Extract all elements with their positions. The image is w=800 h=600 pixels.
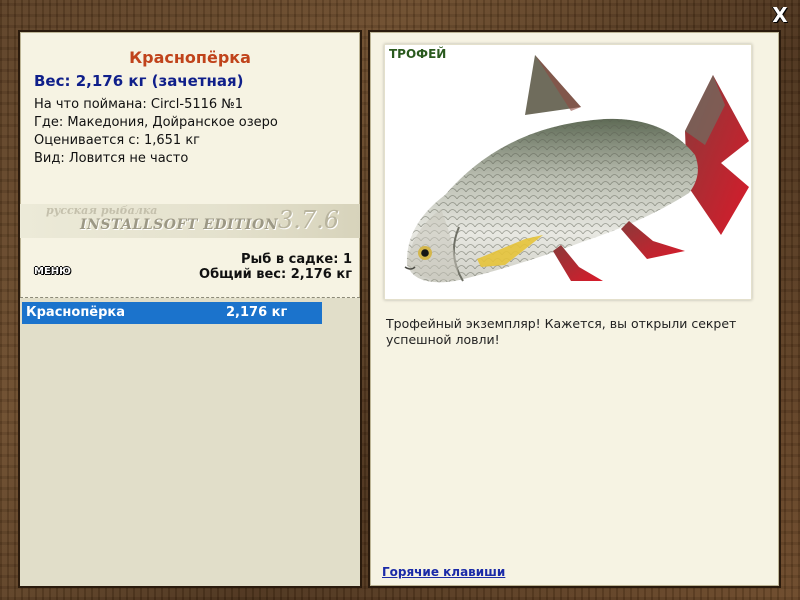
scoring-threshold-info: Оценивается с: 1,651 кг (34, 133, 201, 148)
location-info: Где: Македония, Дойранское озеро (34, 115, 278, 130)
fish-weight: Вес: 2,176 кг (зачетная) (34, 72, 244, 90)
total-weight: Общий вес: 2,176 кг (199, 267, 352, 282)
game-version: 3.7.6 (278, 206, 340, 234)
fish-details-list: На что поймана: Circl-5116 №1 Где: Макед… (34, 96, 278, 168)
keepnet-summary: Рыб в садке: 1 Общий вес: 2,176 кг (199, 252, 352, 282)
list-item-weight: 2,176 кг (226, 305, 288, 320)
fish-count: Рыб в садке: 1 (240, 252, 352, 267)
game-logo-subtitle: русская рыбалка (46, 204, 158, 217)
fish-info-panel: Краснопёрка Вес: 2,176 кг (зачетная) На … (18, 30, 362, 588)
trophy-message: Трофейный экземпляр! Кажется, вы открыли… (386, 316, 737, 347)
fish-image-panel: ТРОФЕЙ Трофейный экземпляр! Кажется, вы … (368, 30, 781, 588)
game-logo-edition: INSTALLSOFT EDITION (80, 217, 279, 233)
bait-info: На что поймана: Circl-5116 №1 (34, 97, 244, 112)
game-logo-banner: русская рыбалка INSTALLSOFT EDITION 3.7.… (20, 204, 360, 238)
species-rarity-info: Вид: Ловится не часто (34, 151, 189, 166)
fish-image-frame: ТРОФЕЙ (384, 44, 752, 300)
hotkeys-link[interactable]: Горячие клавиши (382, 565, 505, 579)
trophy-badge: ТРОФЕЙ (389, 47, 447, 61)
list-item-name: Краснопёрка (26, 305, 126, 320)
rudd-fish-picture (404, 55, 749, 283)
menu-button[interactable]: МЕНЮ (34, 266, 71, 277)
keepnet-list: Краснопёрка 2,176 кг (20, 298, 360, 586)
fish-name-title: Краснопёрка (129, 48, 251, 67)
list-item[interactable]: Краснопёрка 2,176 кг (22, 302, 322, 324)
close-button[interactable]: X (770, 4, 790, 26)
